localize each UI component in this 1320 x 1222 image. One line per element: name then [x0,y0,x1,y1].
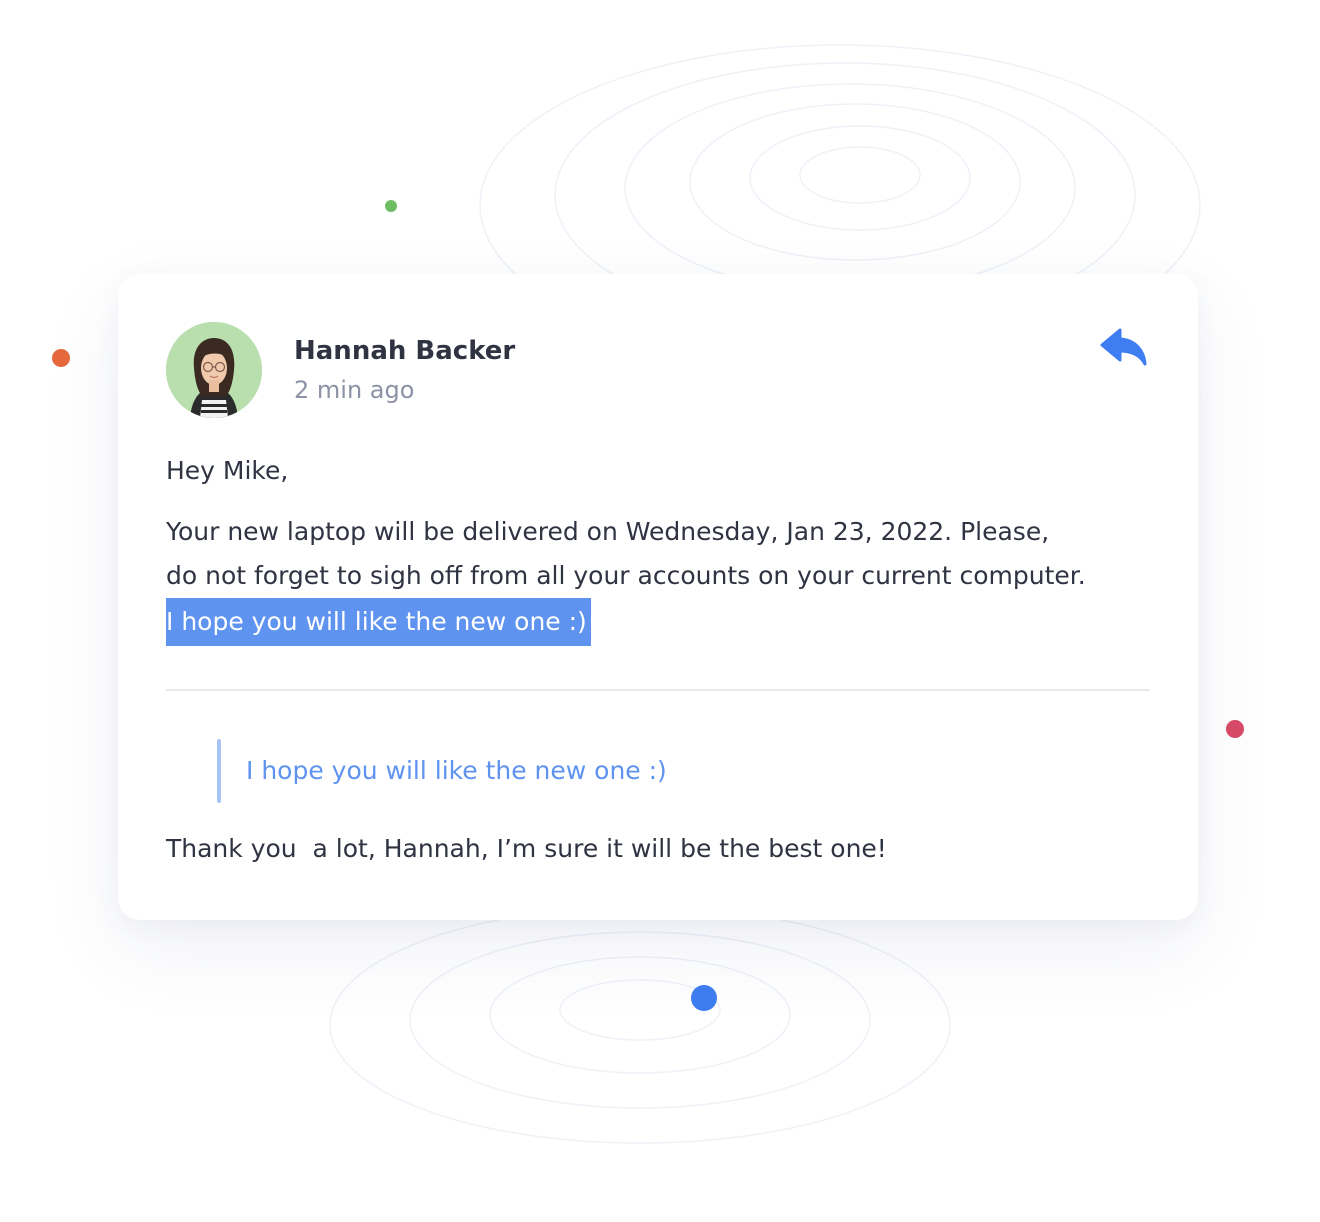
decorative-dot-orange [52,349,70,367]
message-greeting: Hey Mike, [166,456,289,485]
message-divider [166,689,1150,691]
reply-text[interactable]: Thank you a lot, Hannah, I’m sure it wil… [166,834,887,863]
email-preview-stage: Hannah Backer 2 min ago Hey Mike, Your n… [0,0,1320,1222]
email-message-card: Hannah Backer 2 min ago Hey Mike, Your n… [118,274,1198,920]
decorative-dot-pink [1226,720,1244,738]
decorative-dot-green [385,200,397,212]
sender-name: Hannah Backer [294,336,516,366]
decorative-dot-blue [691,985,717,1011]
message-body-line: Your new laptop will be delivered on Wed… [166,517,1050,546]
message-body-line: do not forget to sigh off from all your … [166,561,1086,590]
reply-button[interactable] [1098,324,1150,370]
avatar-portrait-icon [166,322,262,418]
quote-bar [217,739,221,803]
message-timestamp: 2 min ago [294,376,415,404]
avatar[interactable] [166,322,262,418]
reply-arrow-icon [1100,328,1147,366]
quoted-text: I hope you will like the new one :) [246,756,667,785]
message-body: Your new laptop will be delivered on Wed… [166,510,1166,646]
selected-text-highlight[interactable]: I hope you will like the new one :) [166,598,591,646]
